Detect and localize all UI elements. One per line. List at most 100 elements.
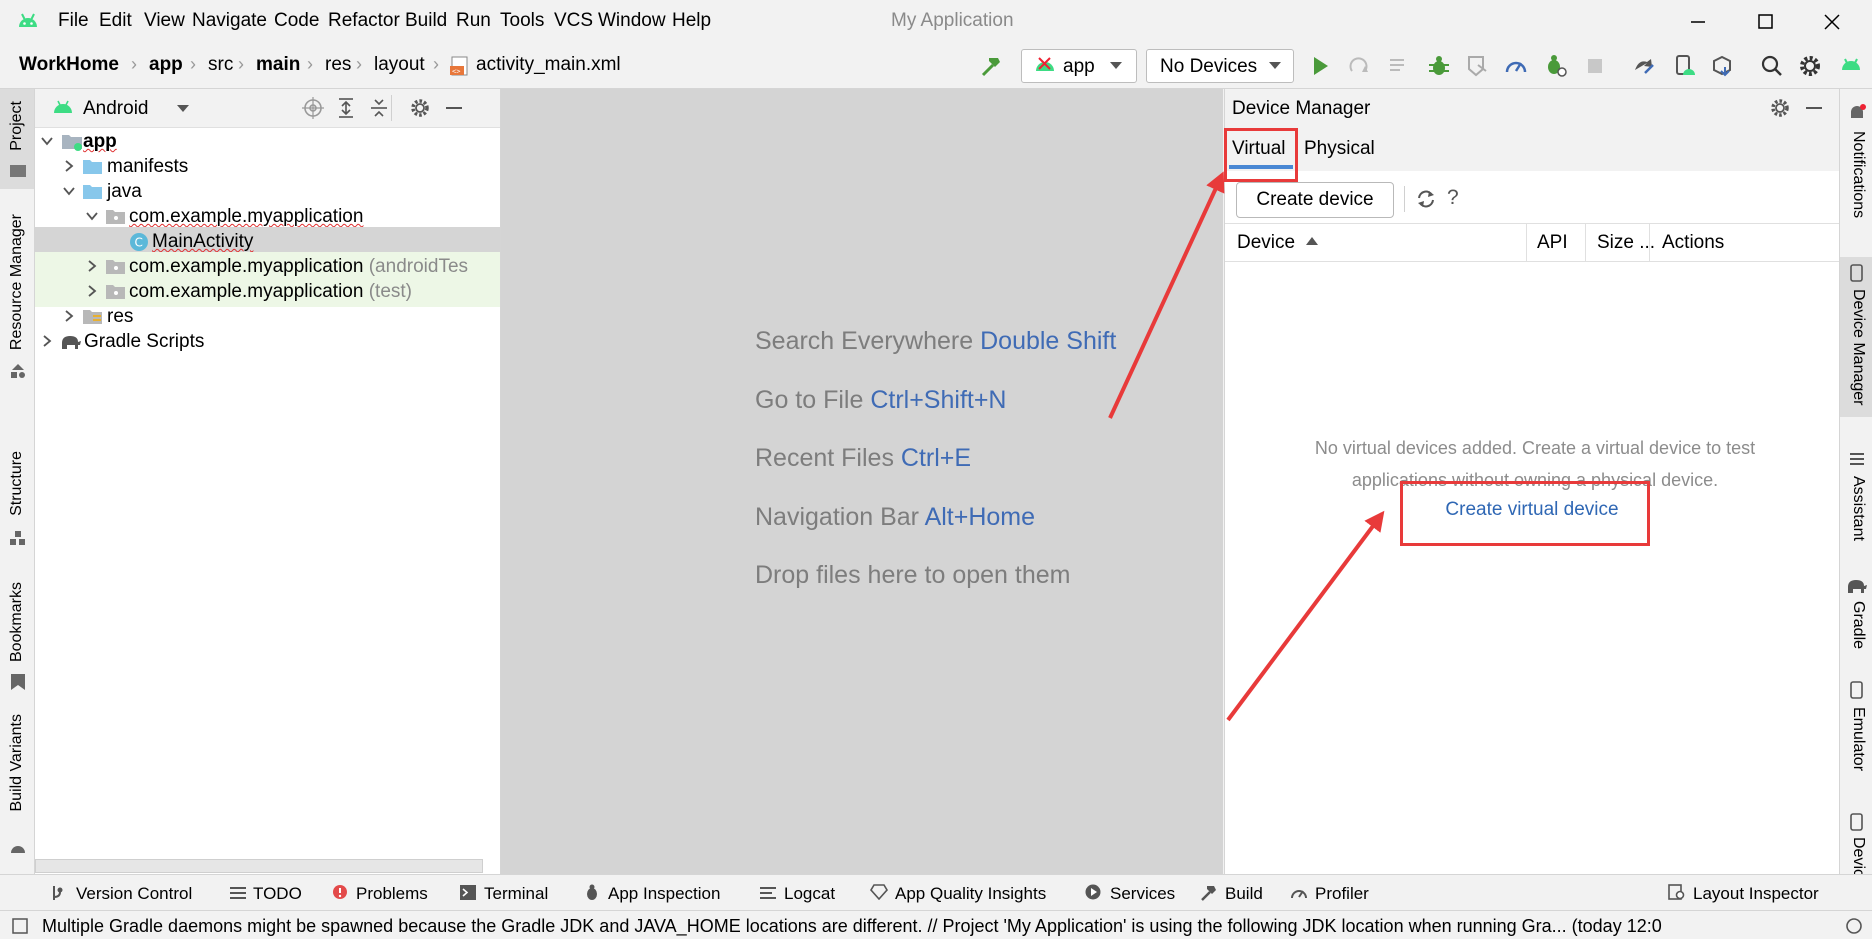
hide-panel-icon[interactable] xyxy=(1803,97,1825,119)
debug-icon[interactable] xyxy=(1426,53,1452,79)
run-configuration-select[interactable]: app xyxy=(1021,49,1137,83)
tool-logcat[interactable]: Logcat xyxy=(784,884,835,904)
version-control-icon xyxy=(50,885,64,901)
tool-build[interactable]: Build xyxy=(1225,884,1263,904)
menu-code[interactable]: Code xyxy=(274,10,319,32)
menu-file[interactable]: File xyxy=(58,10,89,32)
menu-build[interactable]: Build xyxy=(405,10,447,32)
right-tab-assistant[interactable]: Assistant xyxy=(1849,476,1867,541)
run-icon[interactable] xyxy=(1307,53,1333,79)
left-tab-project[interactable]: Project xyxy=(8,101,26,151)
hint-search-everywhere: Search Everywhere Double Shift xyxy=(755,327,1117,355)
menu-refactor[interactable]: Refactor xyxy=(328,10,400,32)
breadcrumb-layout[interactable]: layout xyxy=(374,54,425,76)
tool-services[interactable]: Services xyxy=(1110,884,1175,904)
class-icon: C xyxy=(129,232,149,252)
menu-window[interactable]: Window xyxy=(598,10,666,32)
folder-icon xyxy=(83,183,103,201)
menu-help[interactable]: Help xyxy=(672,10,711,32)
left-tab-structure[interactable]: Structure xyxy=(8,451,26,516)
attach-debugger-icon[interactable] xyxy=(1464,53,1490,79)
tool-todo[interactable]: TODO xyxy=(253,884,302,904)
select-opened-file-icon[interactable] xyxy=(302,97,324,119)
chevron-down-icon[interactable] xyxy=(177,105,189,113)
gear-icon[interactable] xyxy=(409,97,431,119)
column-actions[interactable]: Actions xyxy=(1662,232,1724,254)
breadcrumb-main[interactable]: main xyxy=(256,54,300,76)
editor-area[interactable]: Search Everywhere Double Shift Go to Fil… xyxy=(501,89,1223,874)
ide-update-icon[interactable] xyxy=(1838,53,1864,79)
chevron-down-icon xyxy=(1110,62,1122,70)
tree-item-gradle-scripts[interactable]: Gradle Scripts xyxy=(35,327,500,357)
menu-edit[interactable]: Edit xyxy=(99,10,132,32)
gear-icon[interactable] xyxy=(1769,97,1791,119)
right-tab-device-manager[interactable]: Device Manager xyxy=(1849,289,1867,406)
apply-code-changes-icon[interactable] xyxy=(1386,53,1412,79)
tab-physical[interactable]: Physical xyxy=(1304,138,1375,160)
tool-app-quality-insights[interactable]: App Quality Insights xyxy=(895,884,1046,904)
help-icon[interactable]: ? xyxy=(1447,186,1459,210)
menu-run[interactable]: Run xyxy=(456,10,491,32)
tool-app-inspection[interactable]: App Inspection xyxy=(608,884,720,904)
status-square-icon[interactable] xyxy=(12,918,28,934)
debug-settings-icon[interactable] xyxy=(1543,53,1569,79)
tree-suffix: (androidTes xyxy=(368,256,469,277)
tab-virtual[interactable]: Virtual xyxy=(1232,138,1286,160)
tool-problems[interactable]: Problems xyxy=(356,884,428,904)
hint-navigation-bar: Navigation Bar Alt+Home xyxy=(755,503,1036,531)
stop-icon[interactable] xyxy=(1582,53,1608,79)
tree-label: java xyxy=(107,181,142,202)
breadcrumb-res[interactable]: res xyxy=(325,54,351,76)
menu-vcs[interactable]: VCS xyxy=(554,10,593,32)
tree-suffix: (test) xyxy=(368,281,413,302)
profiler-gauge-icon[interactable] xyxy=(1503,53,1529,79)
column-size[interactable]: Size ... xyxy=(1597,232,1655,254)
tool-layout-inspector[interactable]: Layout Inspector xyxy=(1693,884,1819,904)
status-widget-icon[interactable] xyxy=(1844,916,1864,936)
sdk-manager-icon[interactable] xyxy=(1710,53,1736,79)
breadcrumb-file[interactable]: activity_main.xml xyxy=(476,54,621,76)
create-device-button[interactable]: Create device xyxy=(1236,182,1394,218)
close-window-button[interactable] xyxy=(1812,6,1852,38)
status-message[interactable]: Multiple Gradle daemons might be spawned… xyxy=(42,916,1822,937)
run-config-label: app xyxy=(1063,56,1095,77)
create-virtual-device-link[interactable]: Create virtual device xyxy=(1225,499,1839,521)
right-tab-notifications[interactable]: Notifications xyxy=(1849,131,1867,218)
breadcrumb-workhome[interactable]: WorkHome xyxy=(19,54,119,76)
left-tool-stripe: Project Resource Manager Structure Bookm… xyxy=(0,89,35,874)
apply-changes-icon[interactable] xyxy=(1346,53,1372,79)
right-tab-gradle[interactable]: Gradle xyxy=(1849,601,1867,649)
breadcrumb-app[interactable]: app xyxy=(149,54,183,76)
app-inspection-icon xyxy=(584,884,600,901)
device-manager-toolbar-icon[interactable] xyxy=(1671,53,1697,79)
column-api[interactable]: API xyxy=(1537,232,1568,254)
minimize-button[interactable] xyxy=(1678,6,1718,38)
tool-version-control[interactable]: Version Control xyxy=(76,884,192,904)
right-tab-device-explorer[interactable]: Devic xyxy=(1849,837,1867,877)
menu-tools[interactable]: Tools xyxy=(500,10,544,32)
settings-gear-icon[interactable] xyxy=(1797,53,1823,79)
left-tab-resource-manager[interactable]: Resource Manager xyxy=(8,214,26,350)
project-view-select[interactable]: Android xyxy=(83,98,149,120)
search-icon[interactable] xyxy=(1759,53,1785,79)
column-device[interactable]: Device xyxy=(1237,232,1295,254)
left-tab-build-variants[interactable]: Build Variants xyxy=(8,714,26,812)
menu-navigate[interactable]: Navigate xyxy=(192,10,267,32)
device-selector[interactable]: No Devices xyxy=(1146,49,1294,83)
horizontal-scrollbar[interactable] xyxy=(35,859,483,873)
make-project-hammer-icon[interactable] xyxy=(978,53,1004,79)
sync-gradle-icon[interactable] xyxy=(1631,53,1657,79)
expand-all-icon[interactable] xyxy=(335,97,357,119)
todo-list-icon xyxy=(230,886,246,900)
breadcrumb-src[interactable]: src xyxy=(208,54,233,76)
left-tab-bookmarks[interactable]: Bookmarks xyxy=(8,582,26,662)
right-tab-emulator[interactable]: Emulator xyxy=(1849,707,1867,771)
refresh-icon[interactable] xyxy=(1415,188,1437,210)
tool-profiler[interactable]: Profiler xyxy=(1315,884,1369,904)
maximize-button[interactable] xyxy=(1745,6,1785,38)
menu-view[interactable]: View xyxy=(144,10,185,32)
hide-panel-icon[interactable] xyxy=(443,97,465,119)
collapse-all-icon[interactable] xyxy=(368,97,390,119)
build-hammer-icon xyxy=(1200,884,1218,901)
tool-terminal[interactable]: Terminal xyxy=(484,884,548,904)
